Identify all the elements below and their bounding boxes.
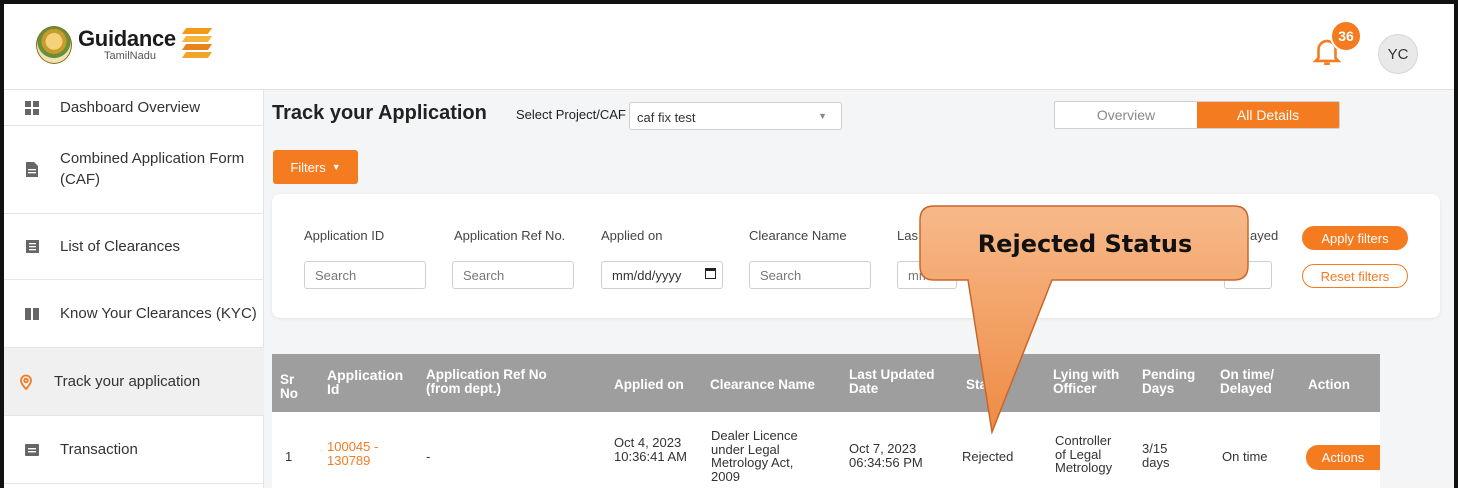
project-caf-select-value: caf fix test <box>637 110 696 125</box>
cell-lying-with-officer: Controller of Legal Metrology <box>1055 433 1113 476</box>
filters-button-label: Filters <box>290 159 326 175</box>
select-project-label: Select Project/CAF <box>516 107 626 122</box>
transaction-icon <box>24 442 40 458</box>
filter-label-application-id: Application ID <box>304 228 385 243</box>
apply-filters-button[interactable]: Apply filters <box>1302 226 1408 250</box>
sidebar-item-list-of-clearances[interactable]: List of Clearances <box>4 214 264 280</box>
calendar-icon[interactable] <box>705 268 716 279</box>
cell-last-updated: Oct 7, 2023 06:34:56 PM <box>849 441 923 470</box>
sidebar-item-label: List of Clearances <box>60 238 181 255</box>
applications-table-body: 1 100045 - 130789 - Oct 4, 2023 10:36:41… <box>272 412 1380 488</box>
sidebar-item-dashboard-overview[interactable]: Dashboard Overview <box>4 90 264 126</box>
cell-applied-on: Oct 4, 2023 10:36:41 AM <box>614 435 687 464</box>
sidebar: Dashboard Overview Combined Application … <box>4 90 264 488</box>
delayed-select-input[interactable] <box>1224 261 1272 289</box>
cell-status: Rejected <box>962 449 1014 464</box>
sidebar-item-label: Combined Application Form (CAF) <box>60 150 245 188</box>
th-sr-no: Sr No <box>280 372 298 401</box>
page-title: Track your Application <box>272 102 487 124</box>
th-last-updated-date: Last Updated Date <box>849 367 935 396</box>
sidebar-item-label: Dashboard Overview <box>60 99 201 116</box>
cell-pending-days: 3/15 days <box>1142 441 1170 470</box>
grid-icon <box>24 100 40 116</box>
last-updated-date-input[interactable]: mm <box>897 261 957 289</box>
tab-all-details[interactable]: All Details <box>1197 102 1339 128</box>
applied-on-date-placeholder: mm/dd/yyyy <box>612 268 682 283</box>
applications-table-header: Sr No Application Id Application Ref No … <box>272 354 1380 412</box>
cell-on-time: On time <box>1222 449 1268 464</box>
document-icon <box>24 162 40 178</box>
filter-label-application-ref: Application Ref No. <box>454 228 566 243</box>
th-clearance-name: Clearance Name <box>710 377 816 392</box>
cell-clearance-name: Dealer Licence under Legal Metrology Act… <box>711 428 798 484</box>
filter-label-delayed: ayed <box>1250 228 1279 243</box>
filter-panel <box>272 194 1440 318</box>
cell-sr-no: 1 <box>285 449 293 464</box>
sidebar-item-label: Transaction <box>60 441 138 458</box>
th-application-id: Application Id <box>327 367 404 397</box>
tab-overview[interactable]: Overview <box>1055 102 1197 128</box>
reset-filters-button[interactable]: Reset filters <box>1302 264 1408 288</box>
th-pending-days: Pending Days <box>1142 367 1196 396</box>
th-lying-with-officer: Lying with Officer <box>1053 367 1120 396</box>
project-caf-select[interactable]: caf fix test ▼ <box>629 102 842 130</box>
chevron-down-icon: ▼ <box>818 111 827 121</box>
sidebar-item-caf[interactable]: Combined Application Form (CAF) <box>4 126 264 214</box>
book-icon <box>24 306 40 322</box>
filter-label-applied-on: Applied on <box>601 228 663 243</box>
list-icon <box>24 239 40 255</box>
app-frame: Guidance TamilNadu 36 YC Dashboard Overv… <box>0 0 1458 488</box>
actions-button[interactable]: Actions <box>1306 445 1380 470</box>
logo-title: Guidance <box>78 26 176 51</box>
user-avatar[interactable]: YC <box>1378 34 1418 74</box>
application-ref-search-input[interactable]: Search <box>452 261 574 289</box>
application-id-search-input[interactable]: Search <box>304 261 426 289</box>
guidance-logo[interactable]: Guidance TamilNadu <box>36 26 212 64</box>
th-application-ref: Application Ref No (from dept.) <box>426 367 547 396</box>
th-action: Action <box>1308 377 1350 392</box>
caret-down-icon: ▼ <box>331 162 341 172</box>
sidebar-item-label: Know Your Clearances (KYC) <box>60 305 257 322</box>
th-status: Sta <box>966 377 988 392</box>
tamilnadu-emblem-icon <box>36 26 72 64</box>
filter-label-clearance-name: Clearance Name <box>749 228 847 243</box>
sidebar-item-label: Track your application <box>54 373 201 390</box>
location-pin-icon <box>18 374 34 390</box>
clearance-name-search-input[interactable]: Search <box>749 261 871 289</box>
sidebar-item-transaction[interactable]: Transaction <box>4 416 264 484</box>
filter-label-last-updated: Las <box>897 228 918 243</box>
sidebar-item-track-application[interactable]: Track your application <box>4 348 264 416</box>
notification-count-badge: 36 <box>1330 20 1362 52</box>
top-header: Guidance TamilNadu 36 YC <box>4 4 1454 90</box>
view-toggle: Overview All Details <box>1054 101 1340 129</box>
cell-application-id-link[interactable]: 100045 - 130789 <box>327 440 387 467</box>
filters-button[interactable]: Filters ▼ <box>273 150 358 184</box>
sidebar-item-kyc[interactable]: Know Your Clearances (KYC) <box>4 280 264 348</box>
th-applied-on: Applied on <box>614 377 684 392</box>
applied-on-date-input[interactable]: mm/dd/yyyy <box>601 261 723 289</box>
cell-application-ref: - <box>426 449 431 464</box>
logo-stripes-icon <box>181 28 212 62</box>
logo-subtitle: TamilNadu <box>104 50 156 62</box>
th-on-time-delayed: On time/ Delayed <box>1220 367 1275 396</box>
